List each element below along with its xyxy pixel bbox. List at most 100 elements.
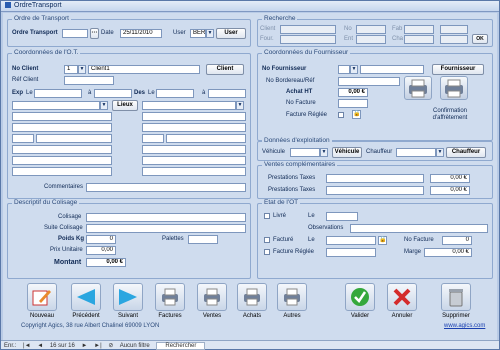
ref-client-field[interactable]	[64, 76, 114, 85]
exp-cp-field[interactable]	[12, 134, 34, 143]
prix-unitaire-field[interactable]: 0,00	[86, 246, 116, 255]
exp-contact-field[interactable]	[12, 156, 112, 165]
facture-reglee-checkbox[interactable]	[338, 112, 344, 118]
chevron-down-icon[interactable]: ▼	[350, 65, 358, 74]
chevron-down-icon[interactable]: ▼	[236, 101, 244, 110]
achats-button[interactable]: Achats	[233, 283, 271, 319]
des-address-2[interactable]	[142, 123, 246, 132]
fournisseur-name-field[interactable]	[360, 65, 424, 74]
facture-reglee-date-field[interactable]	[326, 248, 376, 257]
facture-checkbox[interactable]	[264, 237, 270, 243]
filter-status[interactable]: Aucun filtre	[120, 343, 150, 349]
facture-reglee-etat-checkbox[interactable]	[264, 249, 270, 255]
printer-icon[interactable]	[404, 76, 432, 100]
next-record-icon[interactable]: ►	[82, 343, 88, 349]
record-position[interactable]: 16 sur 16	[50, 343, 75, 349]
observations-field[interactable]	[350, 224, 488, 233]
printer-icon[interactable]	[440, 76, 468, 100]
palettes-field[interactable]	[188, 235, 218, 244]
exp-phone-field[interactable]	[12, 145, 112, 154]
vehicule-button[interactable]: Véhicule	[332, 147, 362, 158]
chevron-down-icon[interactable]: ▼	[78, 65, 86, 74]
suite-colisage-field[interactable]	[86, 224, 246, 233]
facture-date-field[interactable]	[326, 236, 376, 245]
precedent-button[interactable]: Précédent	[67, 283, 105, 319]
taxes-2-amount[interactable]: 0,00 €	[430, 186, 470, 195]
exp-note-field[interactable]	[12, 167, 112, 176]
website-link[interactable]: www.agics.com	[444, 323, 485, 329]
des-city-field[interactable]	[166, 134, 246, 143]
exp-time-field[interactable]	[94, 89, 132, 98]
search-client-field[interactable]	[280, 25, 336, 34]
chauffeur-field[interactable]	[396, 148, 436, 157]
user-field[interactable]: BER	[190, 29, 206, 38]
des-address-1[interactable]	[142, 112, 246, 121]
des-cp-field[interactable]	[142, 134, 164, 143]
annuler-button[interactable]: Annuler	[383, 283, 421, 319]
first-record-icon[interactable]: |◄	[23, 343, 31, 349]
colisage-field[interactable]	[86, 213, 246, 222]
search-four-field[interactable]	[280, 35, 336, 44]
exp-lieu-name-field[interactable]	[12, 101, 100, 110]
search-box[interactable]: Rechercher	[156, 342, 206, 350]
no-facture-field[interactable]	[338, 99, 368, 108]
user-button[interactable]: User	[216, 28, 246, 39]
no-facture-etat-field[interactable]: 0	[442, 236, 472, 245]
search-cha-field[interactable]	[404, 35, 434, 44]
search-ent-field[interactable]	[356, 35, 386, 44]
suivant-button[interactable]: Suivant	[109, 283, 147, 319]
date-field[interactable]: 25/11/2010	[120, 29, 162, 38]
taxes-2-field[interactable]	[326, 186, 424, 195]
ventes-button[interactable]: Ventes	[193, 283, 231, 319]
supprimer-button[interactable]: Supprimer	[437, 283, 475, 319]
livre-checkbox[interactable]	[264, 213, 270, 219]
exp-date-field[interactable]	[34, 89, 82, 98]
vehicule-field[interactable]	[290, 148, 320, 157]
commentaires-field[interactable]	[86, 183, 246, 192]
autres-button[interactable]: Autres	[273, 283, 311, 319]
ordre-lookup-button[interactable]: ···	[90, 28, 99, 39]
search-extra-field-1[interactable]	[440, 25, 468, 34]
no-bordereau-field[interactable]	[338, 77, 400, 86]
client-button[interactable]: Client	[206, 64, 244, 75]
filter-icon[interactable]: ⊘	[108, 343, 113, 349]
ordre-field[interactable]	[62, 29, 88, 38]
des-date-field[interactable]	[156, 89, 194, 98]
factures-button[interactable]: Factures	[151, 283, 189, 319]
taxes-1-field[interactable]	[326, 174, 424, 183]
client-name-field[interactable]: Client1	[88, 65, 200, 74]
achat-ht-field[interactable]: 0,00 €	[338, 88, 368, 97]
exp-address-1[interactable]	[12, 112, 112, 121]
montant-field[interactable]: 0,00 €	[86, 258, 126, 267]
poids-field[interactable]: 0	[86, 235, 116, 244]
des-note-field[interactable]	[142, 167, 246, 176]
taxes-1-amount[interactable]: 0,00 €	[430, 174, 470, 183]
search-extra-field-2[interactable]	[440, 35, 468, 44]
prev-record-icon[interactable]: ◄	[37, 343, 43, 349]
nouveau-button[interactable]: Nouveau	[23, 283, 61, 319]
des-phone-field[interactable]	[142, 145, 246, 154]
no-client-field[interactable]: 1	[64, 65, 78, 74]
chauffeur-button[interactable]: Chauffeur	[446, 147, 486, 158]
des-lieu-name-field[interactable]	[142, 101, 236, 110]
livre-date-field[interactable]	[326, 212, 358, 221]
fournisseur-button[interactable]: Fournisseur	[432, 64, 484, 75]
search-fab-field[interactable]	[404, 25, 434, 34]
chevron-down-icon[interactable]: ▼	[206, 29, 214, 38]
lock-icon[interactable]: 🔒	[378, 236, 387, 245]
last-record-icon[interactable]: ►|	[94, 343, 102, 349]
no-fournisseur-field[interactable]	[338, 65, 350, 74]
chevron-down-icon[interactable]: ▼	[100, 101, 108, 110]
marge-field[interactable]: 0,00 €	[424, 248, 472, 257]
search-ok-button[interactable]: OK	[472, 34, 488, 44]
chevron-down-icon[interactable]: ▼	[436, 148, 444, 157]
exp-address-2[interactable]	[12, 123, 112, 132]
lock-icon[interactable]: 🔒	[352, 110, 361, 119]
exp-city-field[interactable]	[36, 134, 112, 143]
chevron-down-icon[interactable]: ▼	[320, 148, 328, 157]
des-time-field[interactable]	[208, 89, 246, 98]
valider-button[interactable]: Valider	[341, 283, 379, 319]
des-contact-field[interactable]	[142, 156, 246, 165]
search-no-field[interactable]	[356, 25, 386, 34]
lieux-button[interactable]: Lieux	[112, 100, 138, 111]
